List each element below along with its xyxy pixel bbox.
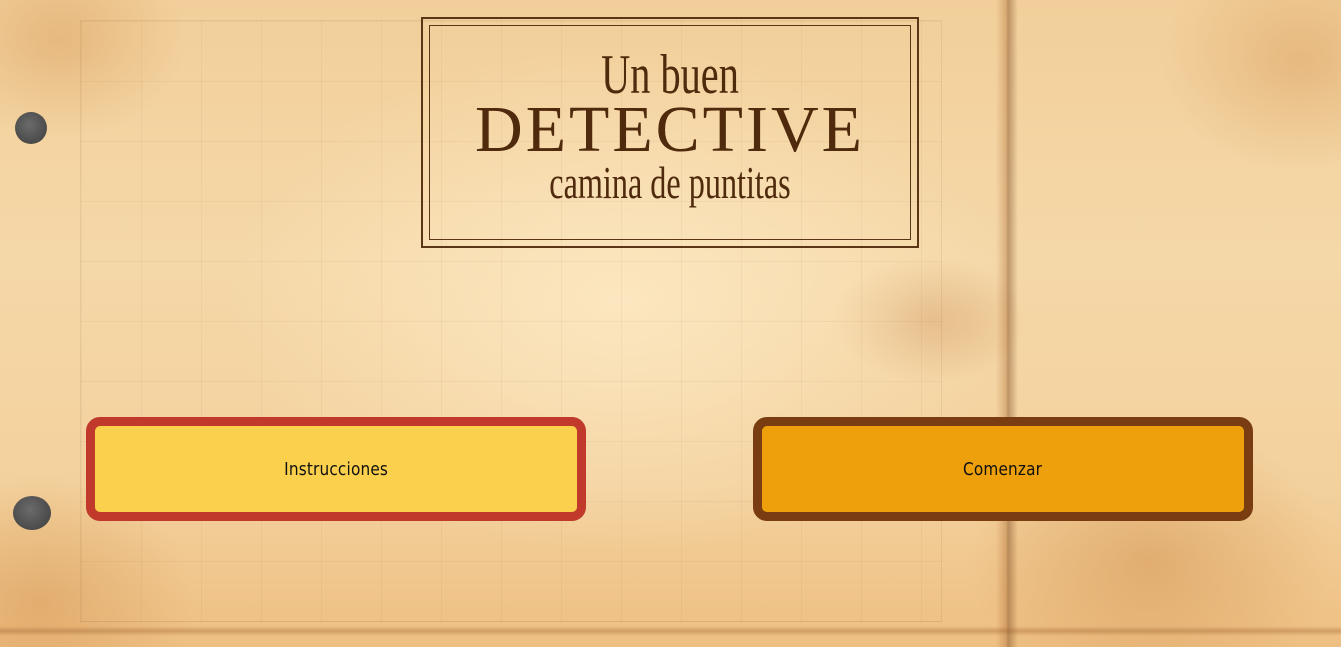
- paper-fold-vertical: [996, 0, 1018, 647]
- title-line-2: DETECTIVE: [475, 93, 865, 166]
- start-button[interactable]: Comenzar: [753, 417, 1253, 521]
- title-frame: Un buen DETECTIVE camina de puntitas: [421, 17, 919, 248]
- punch-hole-icon: [15, 112, 47, 144]
- instructions-button[interactable]: Instrucciones: [86, 417, 586, 521]
- punch-hole-icon: [13, 496, 51, 530]
- instructions-button-label: Instrucciones: [284, 458, 388, 480]
- title-line-3: camina de puntitas: [549, 157, 791, 208]
- start-button-label: Comenzar: [963, 458, 1043, 480]
- paper-fold-horizontal: [0, 626, 1341, 636]
